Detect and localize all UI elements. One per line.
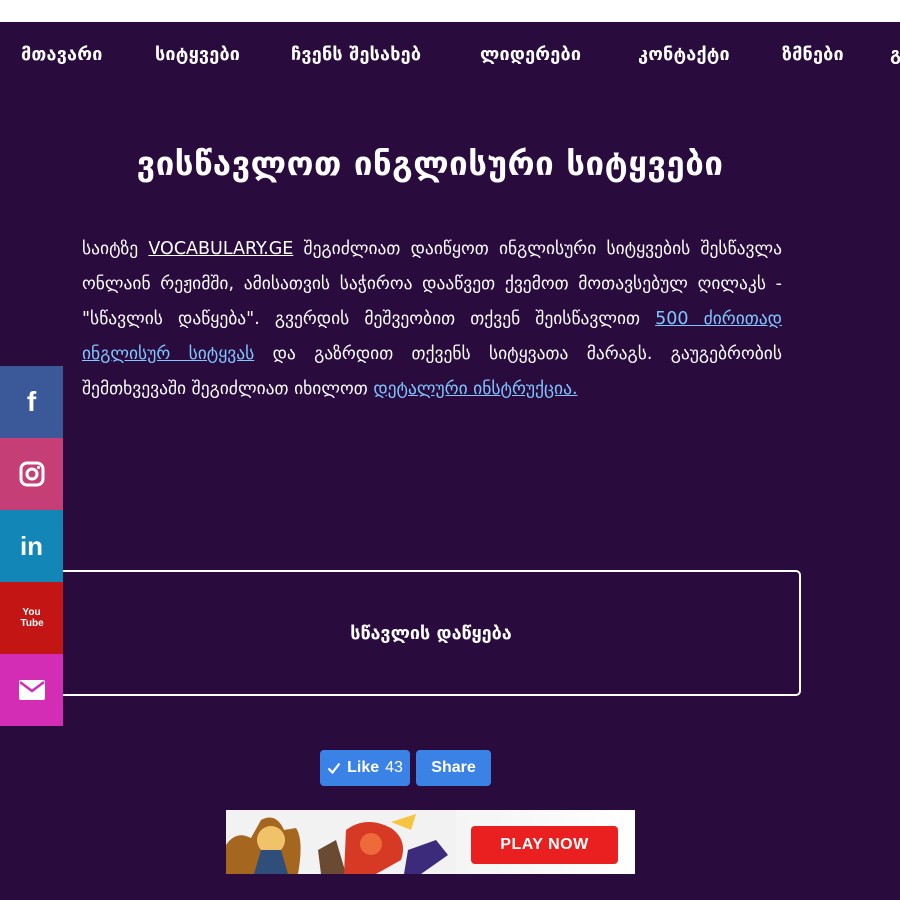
like-count: 43 <box>385 759 403 776</box>
linkedin-share-button[interactable]: in <box>0 510 63 582</box>
facebook-like-button[interactable]: Like 43 <box>320 750 410 786</box>
intro-text-1: საიტზე <box>82 239 149 259</box>
checkmark-icon <box>327 762 341 775</box>
like-label: Like <box>347 759 380 776</box>
nav-item-leaders[interactable]: ლიდერები <box>480 44 581 65</box>
facebook-share-widget-button[interactable]: Share <box>416 750 491 786</box>
ad-artwork <box>226 810 456 874</box>
nav-item-words[interactable]: სიტყვები <box>155 44 240 65</box>
youtube-share-button[interactable]: You Tube <box>0 582 63 654</box>
facebook-share-button[interactable]: f <box>0 366 63 438</box>
youtube-icon: You Tube <box>20 607 44 629</box>
start-learning-button[interactable]: სწავლის დაწყება <box>63 570 801 696</box>
advertisement-banner[interactable]: PLAY NOW <box>226 810 635 874</box>
start-learning-label: სწავლის დაწყება <box>350 622 512 644</box>
play-now-button[interactable]: PLAY NOW <box>471 826 618 864</box>
page-title: ვისწავლოთ ინგლისური სიტყვები <box>136 144 724 183</box>
email-share-button[interactable] <box>0 654 63 726</box>
linkedin-icon: in <box>19 530 44 561</box>
facebook-icon: f <box>26 386 37 417</box>
page: მთავარი სიტყვები ჩვენს შესახებ ლიდერები … <box>0 22 900 900</box>
nav-item-home[interactable]: მთავარი <box>21 44 103 65</box>
nav-item-contact[interactable]: კონტაქტი <box>638 44 730 65</box>
instagram-icon <box>19 461 44 487</box>
nav-item-about[interactable]: ჩვენს შესახებ <box>291 44 421 65</box>
nav-item-cut-off[interactable]: გ <box>890 44 900 65</box>
facebook-widget: Like 43 Share <box>320 750 491 786</box>
site-link[interactable]: VOCABULARY.GE <box>148 239 293 259</box>
link-detailed-instructions[interactable]: დეტალური ინსტრუქცია. <box>373 379 577 399</box>
intro-paragraph: საიტზე VOCABULARY.GE შეგიძლიათ დაიწყოთ ი… <box>82 232 782 407</box>
instagram-share-button[interactable] <box>0 438 63 510</box>
play-now-label: PLAY NOW <box>500 836 589 853</box>
email-icon <box>18 680 45 700</box>
nav-item-verbs[interactable]: ზმნები <box>782 44 844 65</box>
social-sidebar: f in You Tube <box>0 366 63 726</box>
share-label: Share <box>431 759 476 776</box>
top-navigation: მთავარი სიტყვები ჩვენს შესახებ ლიდერები … <box>0 22 900 90</box>
